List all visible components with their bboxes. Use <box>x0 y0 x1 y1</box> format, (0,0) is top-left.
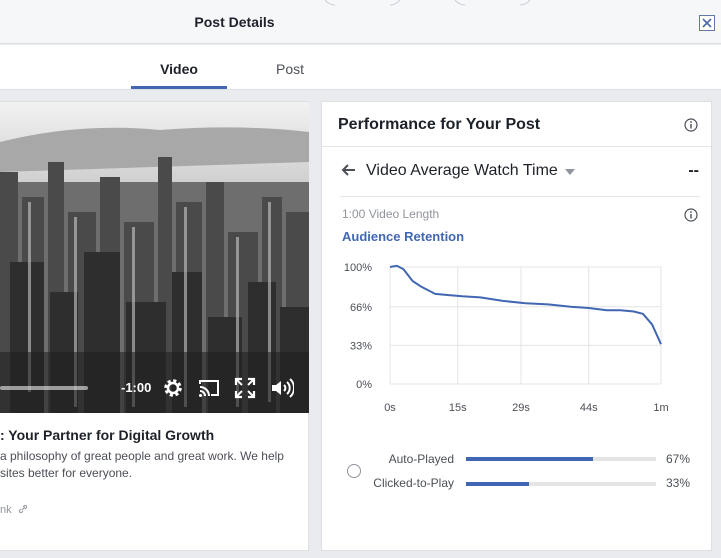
background-decoration <box>324 0 531 6</box>
post-link[interactable]: nk <box>0 504 28 516</box>
info-icon[interactable] <box>684 208 698 222</box>
post-title[interactable]: : Your Partner for Digital Growth <box>0 427 214 443</box>
info-icon[interactable] <box>684 118 698 132</box>
time-remaining: -1:00 <box>121 380 152 395</box>
y-tick-label: 100% <box>344 262 372 274</box>
x-tick-label: 29s <box>512 402 530 414</box>
clicked-to-play-percent: 33% <box>666 476 691 490</box>
retention-series-line <box>389 264 662 345</box>
y-tick-label: 33% <box>350 340 372 352</box>
back-arrow-icon[interactable] <box>340 163 356 177</box>
link-text[interactable]: nk <box>0 504 12 516</box>
audience-retention-label: Audience Retention <box>342 229 465 244</box>
link-icon <box>18 504 27 514</box>
x-tick-label: 44s <box>580 402 598 414</box>
video-card: -1:00 : Your Partner for Digital Growth … <box>0 101 309 551</box>
chevron-down-icon[interactable] <box>565 169 575 175</box>
post-description: a philosophy of great people and great w… <box>0 448 300 482</box>
dialog-header: Post Details <box>0 0 721 44</box>
section-divider <box>322 146 711 147</box>
auto-played-label: Auto-Played <box>388 452 454 466</box>
clicked-to-play-bar-track <box>466 482 656 486</box>
tab-video[interactable]: Video <box>131 61 227 77</box>
clicked-to-play-label: Clicked-to-Play <box>373 476 454 490</box>
x-tick-label: 1m <box>653 402 668 414</box>
performance-title: Performance for Your Post <box>338 116 541 133</box>
performance-card: Performance for Your Post Video Average … <box>321 101 712 551</box>
description-line: a philosophy of great people and great w… <box>0 449 284 463</box>
auto-played-bar <box>466 457 594 461</box>
video-player[interactable]: -1:00 <box>0 102 309 413</box>
x-tick-label: 15s <box>449 402 467 414</box>
video-length: 1:00 Video Length <box>342 207 440 221</box>
clicked-to-play-bar <box>466 482 529 486</box>
video-controls: -1:00 <box>0 372 309 402</box>
volume-icon[interactable] <box>270 376 294 400</box>
y-tick-label: 66% <box>350 302 372 314</box>
video-frame <box>0 102 309 413</box>
progress-scrubber[interactable] <box>0 386 88 390</box>
active-tab-indicator <box>131 86 227 89</box>
fullscreen-icon[interactable] <box>233 376 257 400</box>
y-tick-label: 0% <box>356 379 372 391</box>
description-line: sites better for everyone. <box>0 466 133 480</box>
audience-retention-chart: 100% 66% 33% 0% 0s 15s 29s 44s 1m <box>344 262 669 414</box>
auto-played-bar-track <box>466 457 656 461</box>
cast-icon[interactable] <box>197 376 221 400</box>
tab-bar: Video Post <box>0 45 721 90</box>
tab-post[interactable]: Post <box>250 61 330 77</box>
section-divider <box>340 196 700 197</box>
gear-icon[interactable] <box>161 376 185 400</box>
metric-selector[interactable]: Video Average Watch Time <box>366 162 558 180</box>
close-button[interactable] <box>699 15 715 31</box>
metric-value: -- <box>688 162 699 179</box>
dialog-title: Post Details <box>194 14 275 30</box>
close-icon <box>702 18 712 28</box>
x-tick-label: 0s <box>384 402 396 414</box>
auto-played-percent: 67% <box>666 452 691 466</box>
